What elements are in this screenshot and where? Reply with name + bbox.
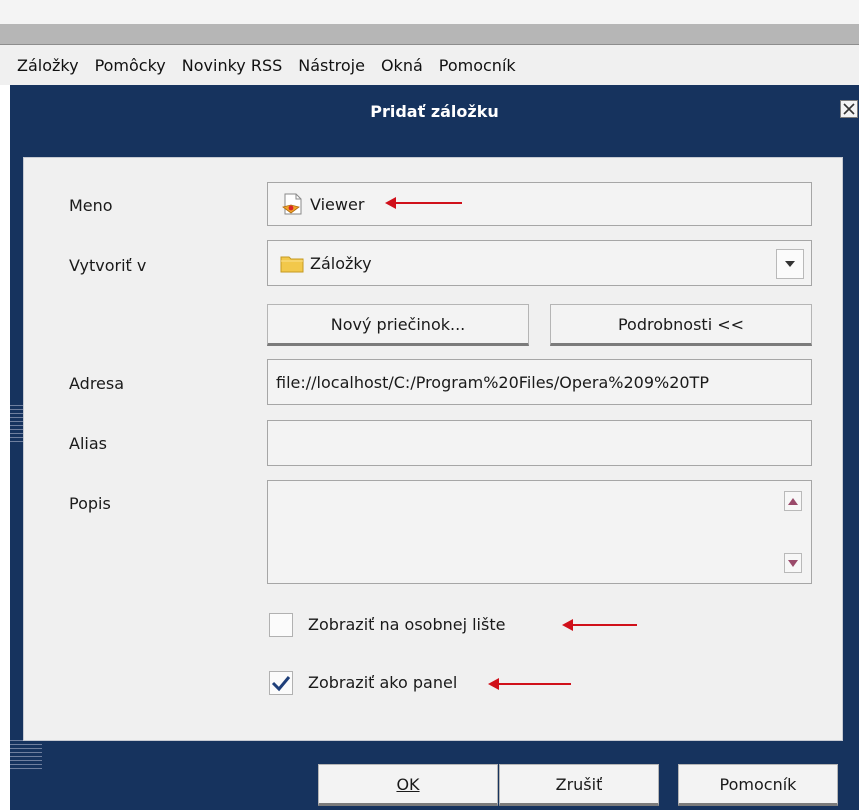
new-folder-button[interactable]: Nový priečinok... [267,304,529,346]
address-label: Adresa [69,374,125,393]
description-scroll-down-button[interactable] [784,553,802,573]
menu-item-rss-news[interactable]: Novinky RSS [174,56,291,75]
chevron-down-icon [785,261,795,267]
checkmark-icon [271,676,291,692]
menu-item-windows[interactable]: Okná [373,56,431,75]
description-textarea[interactable] [267,480,812,584]
help-button[interactable]: Pomocník [678,764,838,806]
create-in-label: Vytvoriť v [69,256,147,275]
name-field[interactable]: Viewer [267,182,812,226]
alias-label: Alias [69,434,107,453]
window-top-strip [0,0,859,24]
menu-item-bookmarks[interactable]: Záložky [0,56,87,75]
decorative-stripes [10,740,42,770]
arrow-down-icon [788,559,798,567]
name-label: Meno [69,196,113,215]
create-in-dropdown-button[interactable] [776,249,804,279]
menu-item-help[interactable]: Pomocník [431,56,524,75]
new-folder-label: Nový priečinok... [330,314,466,334]
show-as-panel-label: Zobraziť ako panel [308,673,458,692]
annotation-arrow [562,619,637,631]
dialog-title-text: Pridať záložku [370,102,499,121]
window-title-bar [0,24,859,45]
details-label: Podrobnosti << [617,314,745,334]
alias-input[interactable] [267,420,812,466]
arrow-up-icon [788,497,798,505]
description-label: Popis [69,494,111,513]
menu-item-widgets[interactable]: Pomôcky [87,56,174,75]
address-value: file://localhost/C:/Program%20Files/Oper… [276,372,709,392]
show-on-personal-bar-label: Zobraziť na osobnej lište [308,615,506,634]
details-button[interactable]: Podrobnosti << [550,304,812,346]
cancel-label: Zrušiť [555,774,603,794]
create-in-select[interactable]: Záložky [267,240,812,286]
cancel-button[interactable]: Zrušiť [499,764,659,806]
close-icon [843,103,855,115]
close-button[interactable] [840,100,858,118]
folder-icon [280,256,304,273]
name-value: Viewer [310,194,365,214]
show-as-panel-checkbox[interactable] [269,671,293,695]
bookmark-page-icon [282,193,302,215]
address-input[interactable]: file://localhost/C:/Program%20Files/Oper… [267,359,812,405]
show-on-personal-bar-checkbox[interactable] [269,613,293,637]
annotation-arrow [385,197,462,209]
help-label: Pomocník [719,774,797,794]
description-scroll-up-button[interactable] [784,491,802,511]
ok-button[interactable]: OK [318,764,498,806]
menu-item-tools[interactable]: Nástroje [290,56,373,75]
create-in-value: Záložky [310,253,372,273]
menu-bar: Záložky Pomôcky Novinky RSS Nástroje Okn… [0,45,859,85]
ok-label: OK [396,774,420,794]
annotation-arrow [488,678,571,690]
dialog-title: Pridať záložku [10,85,859,138]
